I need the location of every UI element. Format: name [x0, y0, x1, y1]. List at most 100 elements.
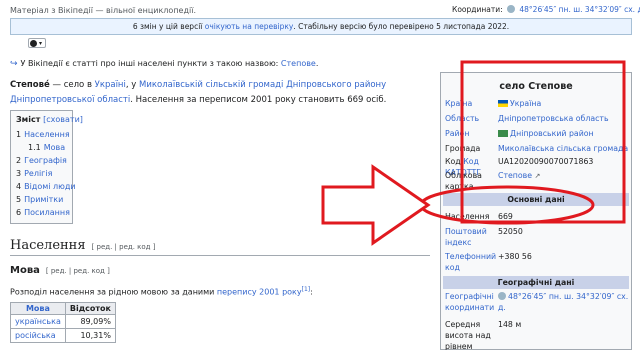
language-cell[interactable]: російська	[10, 328, 66, 343]
toc-item[interactable]: 5 Примітки	[16, 193, 67, 206]
disambiguation-arrow-icon: ↪	[10, 59, 18, 69]
toc-link[interactable]: Населення	[24, 130, 70, 139]
infobox-key[interactable]: Район	[445, 128, 497, 139]
revision-toggle-button[interactable]: ▾	[28, 38, 46, 48]
infobox-section-basic: Основні дані	[443, 193, 629, 206]
language-link[interactable]: російська	[15, 331, 56, 340]
infobox-title: село Степове	[499, 81, 573, 92]
toc-link[interactable]: Географія	[24, 156, 67, 165]
infobox-key[interactable]: Телефонний код	[445, 251, 497, 273]
percent-cell: 10,31%	[64, 328, 116, 343]
infobox-key[interactable]: Поштовий індекс	[445, 226, 497, 248]
language-distribution-text: Розподіл населення за рідною мовою за да…	[10, 286, 313, 297]
infobox-value: Україна	[498, 98, 630, 109]
infobox-key: Громада	[445, 144, 481, 153]
globe-icon[interactable]	[506, 5, 515, 13]
column-header-percent: Відсоток	[64, 302, 116, 315]
lead-paragraph: Степове́ — село в Україні, у Миколаївськ…	[10, 78, 430, 108]
infobox-value: +380 56	[498, 252, 532, 261]
column-header-language: Мова	[10, 302, 66, 315]
edit-subsection-links[interactable]: [ ред. | ред. код ]	[46, 267, 110, 275]
toc-item[interactable]: 6 Посилання	[16, 206, 70, 219]
toc-link[interactable]: Релігія	[24, 169, 52, 178]
toc-num: 4	[16, 182, 22, 191]
chevron-down-icon: ▾	[39, 40, 43, 47]
infobox-value: 669	[498, 212, 513, 221]
language-link[interactable]: українська	[15, 317, 61, 326]
reference-link[interactable]: [1]	[302, 286, 311, 293]
hatnote-link[interactable]: Степове	[281, 59, 316, 68]
lead-text-5: . Населення за переписом 2001 року стано…	[130, 95, 387, 105]
infobox-value: Степове ↗	[498, 170, 630, 182]
toc-hide-link[interactable]: [сховати]	[43, 115, 83, 124]
ukraine-flag-icon	[498, 100, 508, 107]
table-row: російська 10,31%	[10, 328, 116, 343]
infobox-value: Миколаївська сільська громада	[498, 143, 630, 154]
toc-num: 3	[16, 169, 22, 178]
toc-item[interactable]: 3 Релігія	[16, 167, 67, 180]
infobox-key[interactable]: Країна	[445, 98, 497, 109]
katottg-prefix: Код	[445, 157, 464, 166]
infobox: село Степове Країна Україна Область Дніп…	[440, 72, 632, 350]
infobox-value: Дніпропетровська область	[498, 113, 630, 124]
toc-num: 6	[16, 208, 22, 217]
table-of-contents: Зміст [сховати] 1 Населення 1.1 Мова 2 Геог…	[10, 110, 83, 224]
toc-num: 1	[16, 130, 22, 139]
coordinates: Координати: 48°26′45″ пн. ш. 34°32′09″ с…	[452, 5, 640, 14]
infobox-section-geo: Географічні дані	[443, 276, 629, 289]
flagged-text-post: . Стабільну версію було перевірено 5 лис…	[293, 22, 510, 31]
lead-text-2: , у	[125, 80, 139, 90]
toc-link[interactable]: Примітки	[24, 195, 63, 204]
infobox-key[interactable]: Область	[445, 113, 497, 124]
pending-review-link[interactable]: очікують на перевірку	[205, 22, 294, 31]
toc-item[interactable]: 1 Населення	[16, 128, 70, 141]
raion-link[interactable]: Дніпровський район	[510, 129, 594, 138]
toc-link[interactable]: Мова	[44, 143, 65, 152]
toc-num: 5	[16, 195, 22, 204]
pointer-arrow-icon	[321, 164, 431, 246]
hromada-link[interactable]: Миколаївська сільська громада	[498, 144, 628, 153]
toc-num: 1.1	[28, 143, 41, 152]
infobox-key[interactable]: Географічні координати	[445, 291, 497, 313]
table-header-row: Мова Відсоток	[10, 302, 116, 315]
toc-num: 2	[16, 156, 22, 165]
toc-title: Зміст [сховати]	[16, 115, 83, 124]
globe-icon[interactable]	[498, 292, 506, 300]
lead-text-1: — село в	[49, 80, 95, 90]
infobox-value: 48°26′45″ пн. ш. 34°32′09″ сх. д.	[498, 291, 630, 313]
distribution-pre: Розподіл населення за рідною мовою за да…	[10, 287, 217, 297]
edit-section-links[interactable]: [ ред. | ред. код ]	[92, 243, 156, 251]
link-ukraine[interactable]: Україні	[95, 80, 126, 90]
toc-item[interactable]: 4 Відомі люди	[16, 180, 76, 193]
toc-link[interactable]: Посилання	[24, 208, 70, 217]
coordinates-label: Координати:	[452, 5, 503, 14]
language-table: Мова Відсоток українська 89,09% російськ…	[10, 302, 116, 343]
percent-cell: 89,09%	[64, 314, 116, 329]
toc-item[interactable]: 2 Географія	[16, 154, 67, 167]
census-link[interactable]: перепису 2001 року	[217, 288, 302, 297]
article-name: Степове́	[10, 80, 50, 90]
toc-item[interactable]: 1.1 Мова	[16, 141, 67, 154]
table-row: українська 89,09%	[10, 314, 116, 329]
infobox-key: Середня висота над рівнем	[445, 320, 491, 350]
flagged-text-pre: 6 змін у цій версії	[132, 22, 205, 31]
coordinates-link[interactable]: 48°26′45″ пн. ш. 34°32′09″ сх. д.	[519, 5, 640, 14]
toc-link[interactable]: Відомі люди	[24, 182, 76, 191]
section-heading-population: Населення [ ред. | ред. код ]	[10, 238, 430, 256]
flagged-revisions-notice: 6 змін у цій версії очікують на перевірк…	[10, 18, 632, 35]
infobox-key: Населення	[445, 212, 490, 221]
hatnote: ↪ У Вікіпедії є статті про інші населені …	[10, 59, 318, 69]
link-raion[interactable]: Дніпровського району	[286, 80, 386, 90]
card-link[interactable]: Степове	[498, 171, 532, 180]
infobox-key: Облікова картка	[445, 171, 482, 191]
external-link-icon: ↗	[534, 172, 541, 180]
language-cell[interactable]: українська	[10, 314, 66, 329]
infobox-value: Дніпровський район	[498, 128, 630, 139]
link-oblast[interactable]: Дніпропетровської області	[10, 95, 130, 105]
language-heading-text: Мова	[10, 265, 40, 276]
oblast-link[interactable]: Дніпропетровська область	[498, 114, 609, 123]
country-link[interactable]: Україна	[510, 99, 541, 108]
geocoords-link[interactable]: 48°26′45″ пн. ш. 34°32′09″ сх. д.	[498, 292, 628, 312]
raion-flag-icon	[498, 130, 508, 137]
link-hromada[interactable]: Миколаївській сільській громаді	[139, 80, 283, 90]
